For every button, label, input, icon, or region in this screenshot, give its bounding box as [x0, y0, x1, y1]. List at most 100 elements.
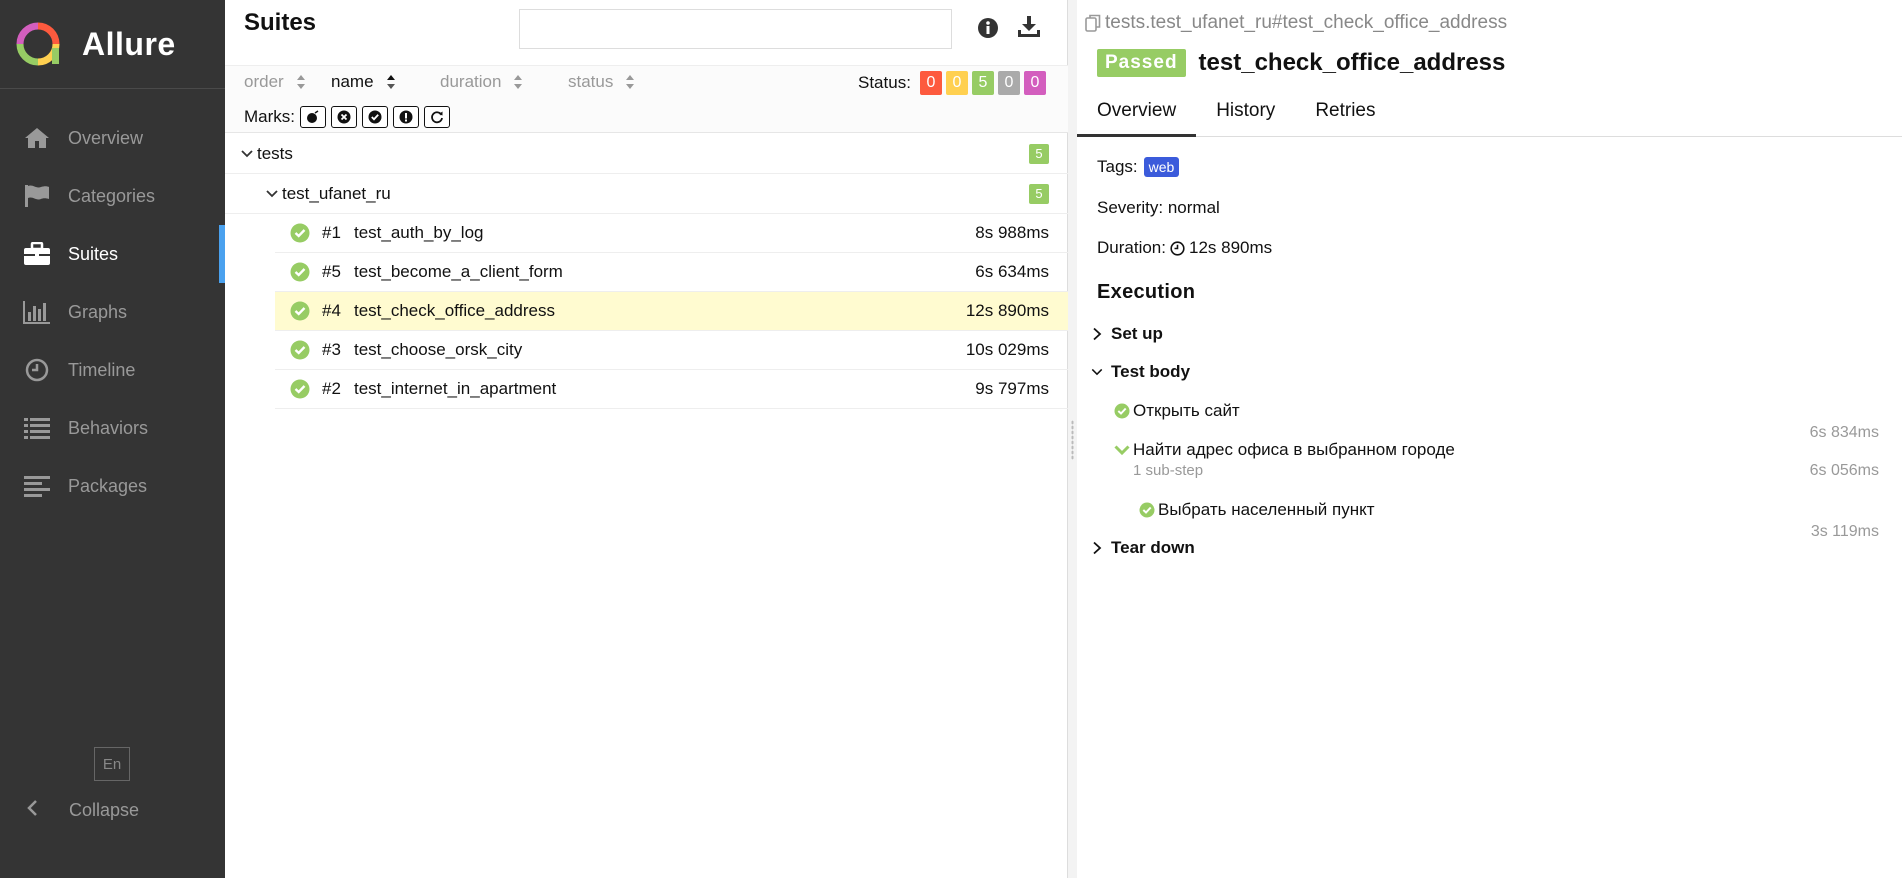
status-passed-badge[interactable]: 5: [971, 71, 994, 95]
status-badge: Passed: [1097, 49, 1186, 77]
tags-field: Tags: web: [1097, 157, 1180, 177]
retries-icon[interactable]: [424, 106, 450, 128]
step-name: Выбрать населенный пункт: [1158, 500, 1375, 519]
page-title: Suites: [244, 9, 317, 36]
sidebar-item-packages[interactable]: Packages: [0, 457, 225, 515]
test-body-section[interactable]: Test body: [1091, 362, 1190, 382]
sidebar-item-label: Overview: [68, 127, 144, 148]
passed-icon: [290, 301, 310, 321]
duration-value: 12s 890ms: [1188, 238, 1273, 257]
tab-history[interactable]: History: [1196, 92, 1295, 137]
tree-group-label: tests: [257, 143, 293, 163]
status-failed-badge[interactable]: 0: [919, 71, 942, 95]
download-icon[interactable]: [1017, 15, 1041, 39]
tags-label: Tags:: [1097, 157, 1138, 176]
chevron-down-icon: [1091, 368, 1103, 376]
step-row[interactable]: Открыть сайт: [1114, 401, 1240, 421]
teardown-section[interactable]: Tear down: [1091, 538, 1195, 558]
step-row-expanded[interactable]: Найти адрес офиса в выбранном городе: [1114, 440, 1455, 460]
brand[interactable]: Allure: [0, 0, 225, 89]
language-switch[interactable]: En: [94, 747, 130, 781]
status-skipped-badge[interactable]: 0: [997, 71, 1020, 95]
sort-icon: [626, 75, 635, 89]
sort-duration[interactable]: duration: [440, 72, 523, 92]
new-failed-icon[interactable]: [300, 106, 326, 128]
pane-splitter[interactable]: [1068, 0, 1077, 878]
step-name: Открыть сайт: [1133, 401, 1240, 420]
tree-group-test-ufanet-ru[interactable]: test_ufanet_ru 5: [225, 174, 1068, 214]
new-broken-icon[interactable]: [331, 106, 357, 128]
detail-tabs: Overview History Retries: [1077, 92, 1902, 137]
duration-field: Duration: 12s 890ms: [1097, 238, 1272, 258]
suites-pane: Suites order name duration status Status…: [225, 0, 1068, 878]
sidebar-item-categories[interactable]: Categories: [0, 167, 225, 225]
test-header: Passed test_check_office_address: [1097, 49, 1505, 77]
sidebar-item-graphs[interactable]: Graphs: [0, 283, 225, 341]
tab-retries[interactable]: Retries: [1295, 92, 1395, 137]
test-case-row[interactable]: #2 test_internet_in_apartment 9s 797ms: [275, 370, 1068, 409]
execution-heading: Execution: [1097, 281, 1196, 303]
test-name: test_auth_by_log: [354, 223, 484, 242]
home-icon: [22, 123, 52, 153]
test-number: #5: [322, 262, 341, 281]
collapse-label: Collapse: [69, 799, 140, 820]
test-duration: 12s 890ms: [965, 301, 1049, 320]
sort-name[interactable]: name: [331, 72, 396, 92]
test-name: test_check_office_address: [354, 301, 555, 320]
tab-overview[interactable]: Overview: [1077, 92, 1197, 137]
sidebar-item-timeline[interactable]: Timeline: [0, 341, 225, 399]
substep-count: 1 sub-step: [1133, 462, 1204, 479]
sort-asc-icon: [386, 75, 395, 89]
passed-icon: [290, 379, 310, 399]
tree-group-label: test_ufanet_ru: [282, 183, 391, 203]
passed-icon: [1114, 403, 1130, 419]
sidebar-item-label: Suites: [68, 243, 119, 264]
splitter-handle: [1071, 420, 1074, 460]
duration-label: Duration:: [1097, 238, 1166, 257]
status-unknown-badge[interactable]: 0: [1023, 71, 1046, 95]
info-icon[interactable]: [977, 17, 999, 39]
sort-duration-label: duration: [440, 72, 502, 91]
list-icon: [22, 413, 52, 443]
sort-icon: [296, 75, 305, 89]
test-title: test_check_office_address: [1198, 49, 1506, 76]
sidebar-item-suites[interactable]: Suites: [0, 225, 225, 283]
chevron-left-icon: [26, 797, 46, 823]
sidebar-item-behaviors[interactable]: Behaviors: [0, 399, 225, 457]
align-left-icon: [22, 471, 52, 501]
status-filter: Status: 0 0 5 0 0: [858, 71, 1046, 95]
test-case-row-selected[interactable]: #4 test_check_office_address 12s 890ms: [275, 292, 1068, 331]
sidebar-item-overview[interactable]: Overview: [0, 109, 225, 167]
bar-chart-icon: [22, 297, 52, 327]
nav: Overview Categories Suites Graphs Timeli…: [0, 109, 225, 515]
collapse-button[interactable]: Collapse: [0, 782, 139, 838]
substep-row[interactable]: Выбрать населенный пункт: [1139, 500, 1375, 520]
sidebar-item-label: Behaviors: [68, 417, 149, 438]
test-duration: 10s 029ms: [965, 340, 1049, 359]
status-broken-badge[interactable]: 0: [945, 71, 968, 95]
suites-header: Suites: [225, 0, 1067, 65]
sidebar: Allure Overview Categories Suites Graphs…: [0, 0, 225, 878]
test-case-row[interactable]: #3 test_choose_orsk_city 10s 029ms: [275, 331, 1068, 370]
setup-section[interactable]: Set up: [1091, 324, 1163, 344]
chevron-down-passed-icon: [1114, 445, 1130, 456]
flag-icon: [22, 181, 52, 211]
test-case-row[interactable]: #1 test_auth_by_log 8s 988ms: [275, 214, 1068, 253]
tree-group-tests[interactable]: tests 5: [225, 134, 1068, 174]
test-duration: 9s 797ms: [975, 379, 1049, 398]
copy-icon[interactable]: [1085, 14, 1101, 32]
marks-label: Marks:: [244, 107, 295, 126]
sort-status[interactable]: status: [568, 72, 635, 92]
clock-icon: [1170, 240, 1185, 256]
new-passed-icon[interactable]: [362, 106, 388, 128]
count-badge: 5: [1029, 143, 1049, 164]
passed-icon: [290, 262, 310, 282]
flaky-icon[interactable]: [393, 106, 419, 128]
test-number: #4: [322, 301, 341, 320]
severity-field: Severity: normal: [1097, 198, 1220, 217]
sort-order[interactable]: order: [244, 72, 306, 92]
search-input[interactable]: [519, 9, 952, 49]
test-case-row[interactable]: #5 test_become_a_client_form 6s 634ms: [275, 253, 1068, 292]
step-duration: 3s 119ms: [1810, 523, 1879, 540]
test-detail-pane: tests.test_ufanet_ru#test_check_office_a…: [1077, 0, 1902, 878]
